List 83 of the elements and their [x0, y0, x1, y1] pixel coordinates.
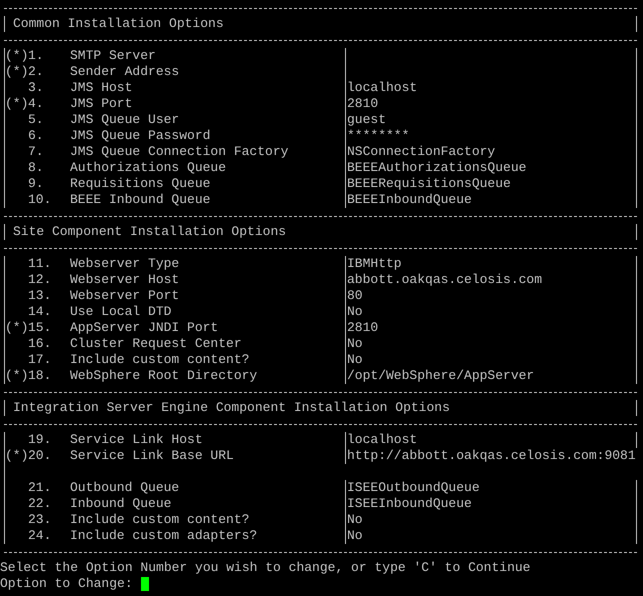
required-marker: (*) — [5, 48, 28, 63]
option-label: AppServer JNDI Port — [70, 320, 218, 336]
option-number: 14. — [28, 304, 52, 319]
option-label: JMS Host — [70, 80, 132, 96]
value-cell: No — [345, 304, 637, 320]
option-number: 15. — [28, 320, 52, 335]
option-label: Include custom content? — [70, 352, 250, 368]
option-input[interactable] — [140, 576, 149, 592]
option-number: 16. — [28, 336, 52, 351]
option-label: JMS Port — [70, 96, 132, 112]
value-cell: No — [345, 512, 637, 528]
option-number: 2. — [28, 64, 44, 79]
value-cell: No — [345, 352, 637, 368]
value-cell: guest — [345, 112, 637, 128]
required-marker: (*) — [5, 320, 28, 335]
value-cell: abbott.oakqas.celosis.com — [345, 272, 637, 288]
section-title: Integration Server Engine Component Installation Options — [13, 400, 450, 415]
value-cell: ******** — [345, 128, 637, 144]
section-title: Site Component Installation Options — [13, 224, 286, 239]
value-cell: 80 — [345, 288, 637, 304]
option-number: 19. — [28, 432, 52, 447]
option-label: Cluster Request Center — [70, 336, 242, 352]
option-label: Include custom content? — [70, 512, 250, 528]
required-marker: (*) — [5, 368, 28, 383]
value-cell: /opt/WebSphere/AppServer — [345, 368, 637, 384]
required-marker: (*) — [5, 96, 28, 111]
section-title: Common Installation Options — [13, 16, 224, 31]
option-number: 17. — [28, 352, 52, 367]
required-marker: (*) — [5, 64, 28, 79]
option-number: 13. — [28, 288, 52, 303]
option-number: 18. — [28, 368, 52, 383]
value-cell: localhost — [345, 80, 637, 96]
value-cell: ISEEOutboundQueue — [345, 480, 637, 496]
option-label: BEEE Inbound Queue — [70, 192, 210, 208]
option-label: Use Local DTD — [70, 304, 172, 320]
option-number: 21. — [28, 480, 52, 495]
value-cell: http://abbott.oakqas.celosis.com:9081 — [345, 448, 637, 464]
option-label: Authorizations Queue — [70, 160, 226, 176]
option-label: Sender Address — [70, 64, 180, 80]
option-label: JMS Queue Password — [70, 128, 210, 144]
option-number: 11. — [28, 256, 52, 271]
value-cell: 2810 — [345, 96, 637, 112]
value-cell: NSConnectionFactory — [345, 144, 637, 160]
option-label: SMTP Server — [70, 48, 156, 64]
required-marker: (*) — [5, 448, 28, 463]
option-number: 4. — [28, 96, 44, 111]
option-number: 7. — [28, 144, 44, 159]
value-cell: IBMHttp — [345, 256, 637, 272]
option-number: 6. — [28, 128, 44, 143]
option-number: 9. — [28, 176, 44, 191]
instruction-text: Select the Option Number you wish to change, or type 'C' to Continue — [0, 560, 530, 575]
option-label: Webserver Host — [70, 272, 180, 288]
option-label: Outbound Queue — [70, 480, 180, 496]
option-number: 12. — [28, 272, 52, 287]
value-cell: ISEEInboundQueue — [345, 496, 637, 512]
value-cell: No — [345, 336, 637, 352]
option-number: 24. — [28, 528, 52, 543]
value-cell: BEEEInboundQueue — [345, 192, 637, 208]
option-label: Include custom adapters? — [70, 528, 258, 544]
option-label: Inbound Queue — [70, 496, 172, 512]
option-label: JMS Queue Connection Factory — [70, 144, 288, 160]
value-cell: 2810 — [345, 320, 637, 336]
cursor-icon — [140, 577, 149, 591]
option-number: 3. — [28, 80, 44, 95]
option-label: JMS Queue User — [70, 112, 180, 128]
value-cell: localhost — [345, 432, 637, 448]
option-number: 5. — [28, 112, 44, 127]
option-number: 8. — [28, 160, 44, 175]
option-number: 20. — [28, 448, 52, 463]
option-label: WebSphere Root Directory — [70, 368, 258, 384]
option-number: 10. — [28, 192, 52, 207]
option-label: Webserver Type — [70, 256, 180, 272]
option-number: 1. — [28, 48, 44, 63]
option-number: 23. — [28, 512, 52, 527]
prompt-label: Option to Change: — [0, 576, 133, 592]
option-label: Service Link Base URL — [70, 448, 234, 464]
option-number: 22. — [28, 496, 52, 511]
value-cell: BEEEAuthorizationsQueue — [345, 160, 637, 176]
value-cell: No — [345, 528, 637, 544]
option-label: Requisitions Queue — [70, 176, 210, 192]
option-label: Service Link Host — [70, 432, 203, 448]
value-cell: BEEERequisitionsQueue — [345, 176, 637, 192]
option-label: Webserver Port — [70, 288, 180, 304]
